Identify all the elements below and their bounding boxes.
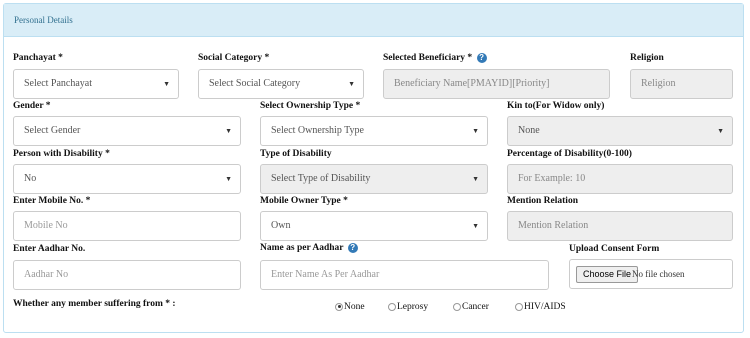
panchayat-value: Select Panchayat: [24, 78, 93, 89]
radio-checked-icon: [335, 302, 343, 311]
ownership-type-label: Select Ownership Type *: [260, 101, 361, 111]
disability-select[interactable]: No ▼: [13, 164, 241, 194]
ownership-type-select[interactable]: Select Ownership Type ▼: [260, 116, 488, 146]
name-as-aadhar-label: Name as per Aadhar ?: [260, 243, 358, 253]
mobile-owner-type-label: Mobile Owner Type *: [260, 196, 348, 206]
file-status: No file chosen: [632, 269, 685, 279]
chevron-down-icon: ▼: [472, 222, 479, 230]
kin-to-select: None ▼: [507, 116, 733, 146]
gender-label: Gender *: [13, 101, 51, 111]
help-icon[interactable]: ?: [476, 53, 487, 63]
radio-option-leprosy[interactable]: Leprosy: [388, 302, 428, 312]
chevron-down-icon: ▼: [472, 175, 479, 183]
religion-input: Religion: [630, 69, 733, 99]
help-icon[interactable]: ?: [347, 243, 358, 253]
kin-to-value: None: [518, 125, 540, 136]
type-of-disability-value: Select Type of Disability: [271, 173, 371, 184]
chevron-down-icon: ▼: [225, 127, 232, 135]
gender-select[interactable]: Select Gender ▼: [13, 116, 241, 146]
kin-to-label: Kin to(For Widow only): [507, 101, 605, 111]
chevron-down-icon: ▼: [348, 80, 355, 88]
radio-label-leprosy: Leprosy: [397, 302, 429, 312]
mobile-placeholder: Mobile No: [24, 220, 68, 231]
chevron-down-icon: ▼: [225, 175, 232, 183]
mention-relation-placeholder: Mention Relation: [518, 220, 589, 231]
radio-option-cancer[interactable]: Cancer: [453, 302, 489, 312]
percentage-disability-input: For Example: 10: [507, 164, 733, 194]
social-category-label: Social Category *: [198, 53, 270, 63]
mobile-owner-type-select[interactable]: Own ▼: [260, 211, 488, 241]
panchayat-label: Panchayat *: [13, 53, 63, 63]
choose-file-button[interactable]: Choose File: [576, 266, 639, 283]
radio-option-hiv-aids[interactable]: HIV/AIDS: [515, 302, 566, 312]
chevron-down-icon: ▼: [717, 127, 724, 135]
radio-label-cancer: Cancer: [462, 302, 489, 312]
mention-relation-label: Mention Relation: [507, 196, 578, 206]
social-category-value: Select Social Category: [209, 78, 301, 89]
mobile-label: Enter Mobile No. *: [13, 196, 91, 206]
panel-title: Personal Details: [4, 4, 743, 37]
religion-placeholder: Religion: [641, 78, 676, 89]
type-of-disability-label: Type of Disability: [260, 149, 332, 159]
consent-form-label: Upload Consent Form: [569, 244, 660, 254]
selected-beneficiary-input: Beneficiary Name[PMAYID][Priority]: [383, 69, 610, 99]
radio-icon: [388, 302, 396, 311]
selected-beneficiary-label: Selected Beneficiary * ?: [383, 53, 487, 63]
disability-value: No: [24, 173, 37, 184]
mobile-input[interactable]: Mobile No: [13, 211, 241, 241]
radio-option-none[interactable]: None: [335, 302, 365, 312]
selected-beneficiary-label-text: Selected Beneficiary *: [383, 53, 473, 64]
disability-label: Person with Disability *: [13, 149, 110, 159]
social-category-select[interactable]: Select Social Category ▼: [198, 69, 364, 99]
chevron-down-icon: ▼: [163, 80, 170, 88]
suffering-label: Whether any member suffering from * :: [13, 299, 176, 309]
consent-form-upload: Choose File No file chosen: [569, 259, 733, 289]
radio-icon: [515, 302, 523, 311]
aadhar-placeholder: Aadhar No: [24, 269, 69, 280]
radio-label-none: None: [344, 302, 365, 312]
name-as-aadhar-input[interactable]: Enter Name As Per Aadhar: [260, 260, 549, 290]
type-of-disability-select: Select Type of Disability ▼: [260, 164, 488, 194]
aadhar-input[interactable]: Aadhar No: [13, 260, 241, 290]
gender-value: Select Gender: [24, 125, 81, 136]
panchayat-select[interactable]: Select Panchayat ▼: [13, 69, 179, 99]
name-as-aadhar-placeholder: Enter Name As Per Aadhar: [271, 269, 380, 280]
radio-label-hiv-aids: HIV/AIDS: [524, 302, 566, 312]
mention-relation-input: Mention Relation: [507, 211, 733, 241]
aadhar-label: Enter Aadhar No.: [13, 244, 86, 254]
ownership-type-value: Select Ownership Type: [271, 125, 364, 136]
religion-label: Religion: [630, 53, 664, 63]
radio-icon: [453, 302, 461, 311]
percentage-disability-label: Percentage of Disability(0-100): [507, 149, 632, 159]
selected-beneficiary-placeholder: Beneficiary Name[PMAYID][Priority]: [394, 78, 550, 89]
name-as-aadhar-label-text: Name as per Aadhar: [260, 243, 344, 254]
mobile-owner-type-value: Own: [271, 220, 291, 231]
chevron-down-icon: ▼: [472, 127, 479, 135]
percentage-disability-placeholder: For Example: 10: [518, 173, 586, 184]
